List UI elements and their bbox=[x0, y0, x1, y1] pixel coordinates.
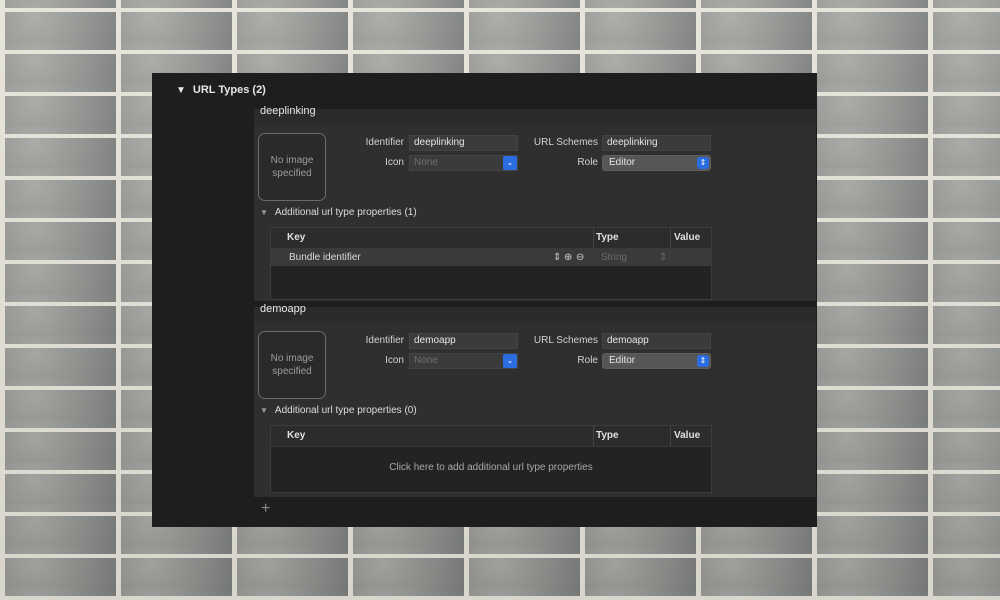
remove-row-icon[interactable]: ⊖ bbox=[576, 252, 584, 263]
up-down-chevron-icon: ⇕ bbox=[697, 157, 709, 169]
additional-properties-title: Additional url type properties (0) bbox=[274, 405, 417, 416]
disclosure-triangle-icon[interactable]: ▼ bbox=[176, 85, 186, 96]
identifier-label: Identifier bbox=[365, 335, 404, 346]
up-down-stepper-icon[interactable]: ⇕ bbox=[553, 252, 561, 263]
role-popup[interactable]: Editor ⇕ bbox=[602, 155, 711, 171]
properties-table[interactable]: Key Type Value Click here to add additio… bbox=[270, 425, 712, 493]
disclosure-triangle-icon[interactable]: ▼ bbox=[260, 406, 268, 415]
icon-placeholder: None bbox=[414, 157, 438, 168]
role-label: Role bbox=[577, 157, 598, 168]
url-type-name: demoapp bbox=[260, 303, 306, 315]
image-well[interactable]: No image specified bbox=[258, 133, 326, 201]
icon-label: Icon bbox=[385, 355, 404, 366]
type-stepper-icon: ⇕ bbox=[659, 252, 668, 263]
additional-properties-title: Additional url type properties (1) bbox=[274, 207, 417, 218]
url-schemes-field[interactable]: deeplinking bbox=[602, 135, 711, 151]
add-url-type-button[interactable]: + bbox=[261, 501, 270, 517]
url-types-title: URL Types (2) bbox=[192, 84, 266, 96]
icon-placeholder: None bbox=[414, 355, 438, 366]
identifier-label: Identifier bbox=[365, 137, 404, 148]
column-key[interactable]: Key bbox=[287, 232, 305, 243]
role-value: Editor bbox=[609, 157, 636, 168]
up-down-chevron-icon: ⇕ bbox=[697, 355, 709, 367]
url-schemes-label: URL Schemes bbox=[533, 137, 598, 148]
url-type-card-demoapp: demoapp No image specified Identifier de… bbox=[254, 303, 816, 497]
column-key[interactable]: Key bbox=[287, 430, 305, 441]
properties-table: Key Type Value Bundle identifier ⇕ ⊕ ⊖ S… bbox=[270, 227, 712, 300]
column-type[interactable]: Type bbox=[596, 430, 619, 441]
add-row-icon[interactable]: ⊕ bbox=[564, 252, 572, 263]
url-type-body: No image specified Identifier demoapp Ic… bbox=[254, 323, 816, 497]
row-key: Bundle identifier bbox=[289, 252, 361, 263]
url-types-header[interactable]: ▼ URL Types (2) bbox=[176, 84, 266, 96]
column-value[interactable]: Value bbox=[674, 430, 700, 441]
table-header: Key Type Value bbox=[271, 228, 711, 249]
image-well[interactable]: No image specified bbox=[258, 331, 326, 399]
icon-combo-box[interactable]: None ⌄ bbox=[409, 155, 518, 171]
role-value: Editor bbox=[609, 355, 636, 366]
icon-combo-box[interactable]: None ⌄ bbox=[409, 353, 518, 369]
disclosure-triangle-icon[interactable]: ▼ bbox=[260, 208, 268, 217]
chevron-down-icon[interactable]: ⌄ bbox=[503, 156, 517, 170]
column-value[interactable]: Value bbox=[674, 232, 700, 243]
url-types-panel: ▼ URL Types (2) deeplinking No image spe… bbox=[152, 73, 817, 527]
additional-properties-header[interactable]: ▼ Additional url type properties (1) bbox=[260, 207, 417, 218]
table-row[interactable]: Bundle identifier ⇕ ⊕ ⊖ String ⇕ bbox=[271, 249, 711, 266]
additional-properties-header[interactable]: ▼ Additional url type properties (0) bbox=[260, 405, 417, 416]
table-header: Key Type Value bbox=[271, 426, 711, 447]
url-type-name: deeplinking bbox=[260, 105, 316, 117]
add-properties-prompt[interactable]: Click here to add additional url type pr… bbox=[271, 462, 711, 473]
url-type-body: No image specified Identifier deeplinkin… bbox=[254, 125, 816, 301]
icon-label: Icon bbox=[385, 157, 404, 168]
url-type-card-deeplinking: deeplinking No image specified Identifie… bbox=[254, 105, 816, 301]
identifier-field[interactable]: deeplinking bbox=[409, 135, 518, 151]
row-type[interactable]: String bbox=[601, 252, 627, 263]
role-popup[interactable]: Editor ⇕ bbox=[602, 353, 711, 369]
role-label: Role bbox=[577, 355, 598, 366]
url-schemes-field[interactable]: demoapp bbox=[602, 333, 711, 349]
column-type[interactable]: Type bbox=[596, 232, 619, 243]
url-schemes-label: URL Schemes bbox=[533, 335, 598, 346]
chevron-down-icon[interactable]: ⌄ bbox=[503, 354, 517, 368]
identifier-field[interactable]: demoapp bbox=[409, 333, 518, 349]
